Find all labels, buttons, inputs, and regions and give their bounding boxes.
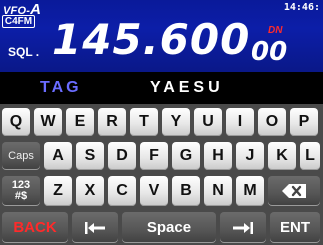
sql-indicator: SQL . <box>8 45 40 59</box>
key-x[interactable]: X <box>76 176 104 206</box>
key-y[interactable]: Y <box>162 108 190 136</box>
key-o[interactable]: O <box>258 108 286 136</box>
key-p[interactable]: P <box>290 108 318 136</box>
key-m[interactable]: M <box>236 176 264 206</box>
key-k[interactable]: K <box>268 142 296 170</box>
key-e[interactable]: E <box>66 108 94 136</box>
space-key[interactable]: Space <box>122 212 216 243</box>
key-b[interactable]: B <box>172 176 200 206</box>
key-q[interactable]: Q <box>2 108 30 136</box>
cursor-right-icon <box>233 221 253 234</box>
on-screen-keyboard: Q W E R T Y U I O P Caps A S D F G H J K… <box>0 104 323 245</box>
key-c[interactable]: C <box>108 176 136 206</box>
tag-entry-row: TAG YAESU <box>0 72 323 104</box>
key-l[interactable]: L <box>300 142 320 170</box>
key-t[interactable]: T <box>130 108 158 136</box>
backspace-icon <box>282 184 306 198</box>
key-d[interactable]: D <box>108 142 136 170</box>
cursor-left-button[interactable] <box>72 212 118 243</box>
key-w[interactable]: W <box>34 108 62 136</box>
clock: 14:46: <box>283 2 320 13</box>
number-symbol-key[interactable]: 123 #$ <box>2 176 40 206</box>
enter-button[interactable]: ENT <box>270 212 320 243</box>
key-u[interactable]: U <box>194 108 222 136</box>
tag-input[interactable]: YAESU <box>150 79 224 97</box>
backspace-key[interactable] <box>268 176 320 206</box>
key-a[interactable]: A <box>44 142 72 170</box>
key-g[interactable]: G <box>172 142 200 170</box>
key-j[interactable]: J <box>236 142 264 170</box>
back-button[interactable]: BACK <box>2 212 68 243</box>
number-symbol-key-bottom: #$ <box>14 190 28 202</box>
tag-label: TAG <box>40 79 82 96</box>
key-r[interactable]: R <box>98 108 126 136</box>
key-z[interactable]: Z <box>44 176 72 206</box>
cursor-left-icon <box>85 221 105 234</box>
key-v[interactable]: V <box>140 176 168 206</box>
frequency-main: 145.600 <box>52 15 251 64</box>
caps-key[interactable]: Caps <box>2 142 40 170</box>
key-s[interactable]: S <box>76 142 104 170</box>
key-f[interactable]: F <box>140 142 168 170</box>
key-i[interactable]: I <box>226 108 254 136</box>
dn-mode-badge: DN <box>268 25 283 36</box>
key-n[interactable]: N <box>204 176 232 206</box>
key-h[interactable]: H <box>204 142 232 170</box>
frequency-small-digits: 00 <box>251 37 288 67</box>
mode-badge: C4FM <box>2 15 35 28</box>
vfo-display: VFO-A C4FM 14:46: SQL . 145.600 DN 00 <box>0 0 323 72</box>
cursor-right-button[interactable] <box>220 212 266 243</box>
